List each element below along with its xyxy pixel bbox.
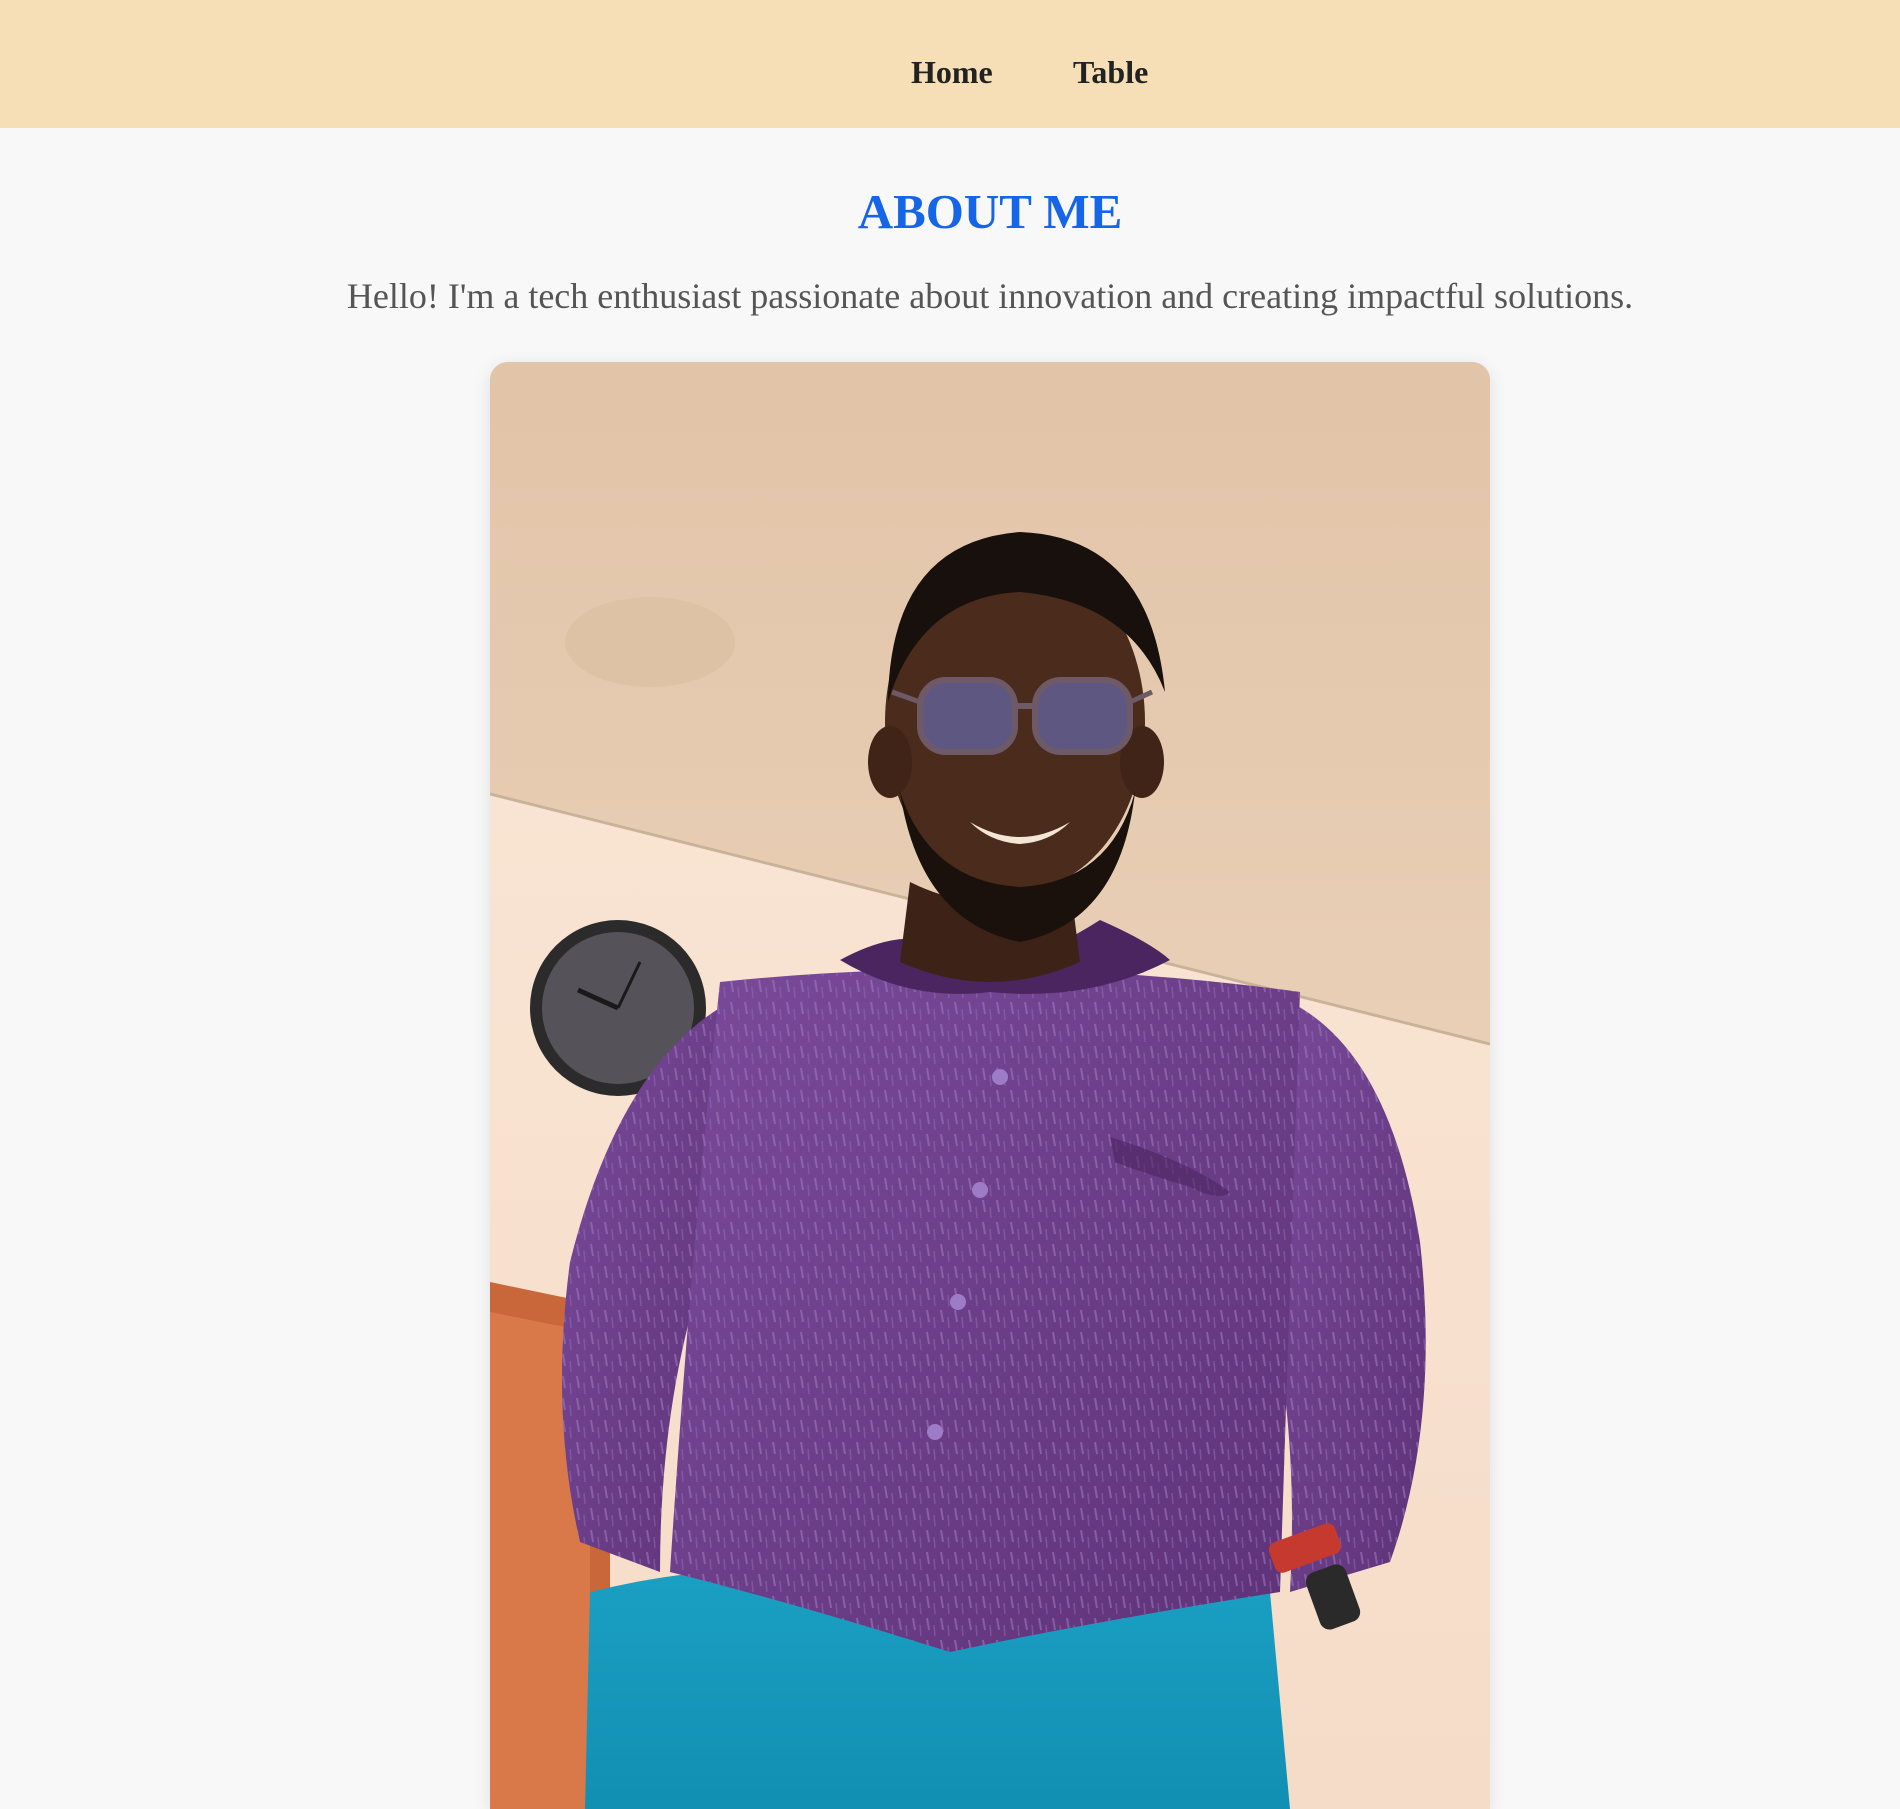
- profile-photo: [490, 362, 1490, 1809]
- nav-link-table[interactable]: Table: [1073, 52, 1148, 92]
- page-title: ABOUT ME: [857, 184, 1123, 239]
- top-navbar: Home Table: [0, 0, 1900, 128]
- nav-link-home[interactable]: Home: [911, 52, 993, 92]
- profile-photo-illustration: [490, 362, 1490, 1809]
- intro-text: Hello! I'm a tech enthusiast passionate …: [346, 276, 1634, 316]
